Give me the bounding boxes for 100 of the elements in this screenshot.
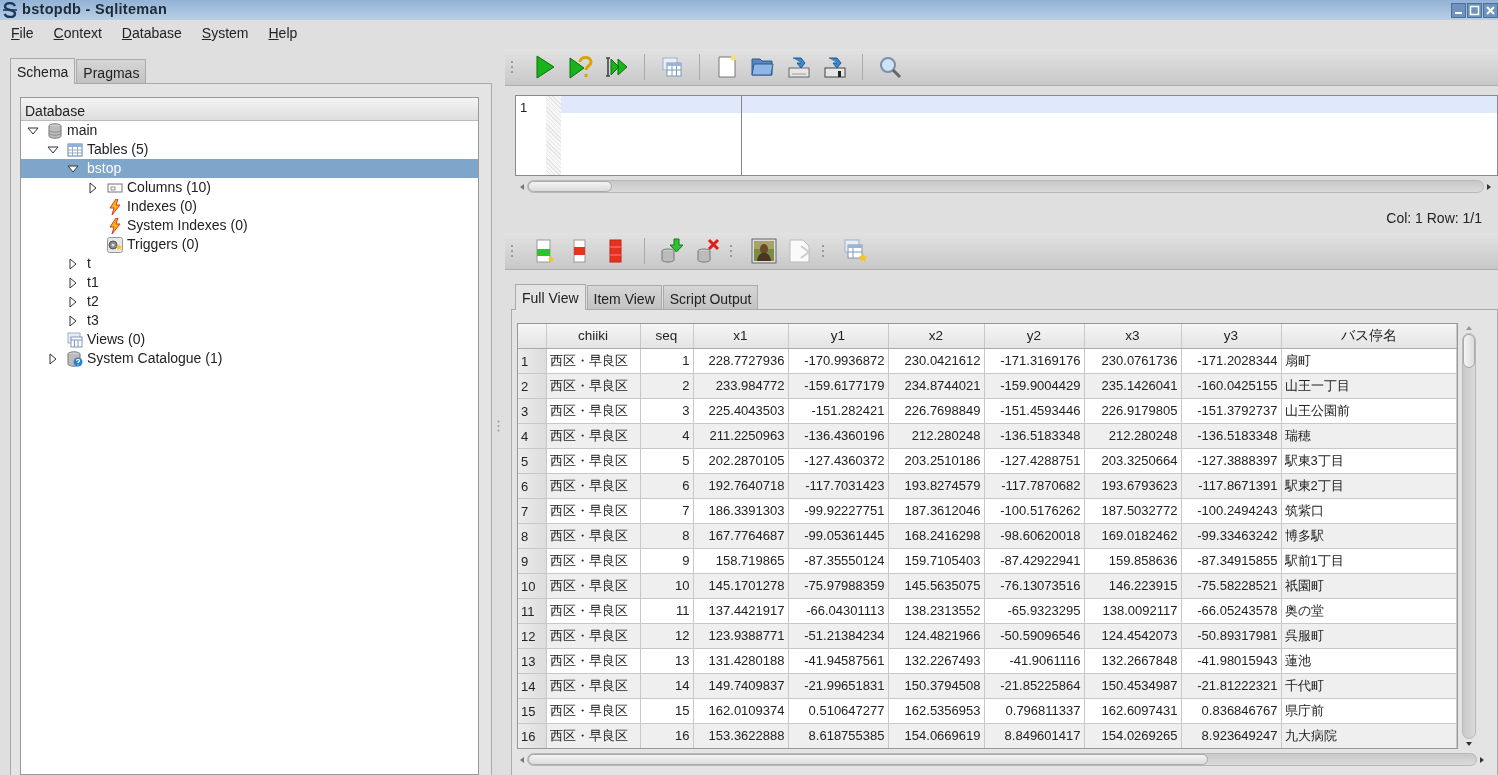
row-header[interactable]: 13 bbox=[518, 648, 546, 673]
table-cell: 132.2267493 bbox=[888, 648, 984, 673]
menu-item[interactable]: Database bbox=[114, 22, 189, 44]
row-header[interactable]: 4 bbox=[518, 423, 546, 448]
tab[interactable]: Pragmas bbox=[76, 59, 147, 83]
column-header[interactable]: x3 bbox=[1084, 324, 1181, 348]
toolbar-grip[interactable] bbox=[728, 244, 734, 258]
sql-editor[interactable]: 1 bbox=[515, 95, 1498, 176]
menu-item[interactable]: Help bbox=[261, 22, 305, 44]
toolbar-grip[interactable] bbox=[820, 244, 826, 258]
maximize-button[interactable] bbox=[1467, 2, 1482, 18]
column-header[interactable]: seq bbox=[640, 324, 693, 348]
close-button[interactable] bbox=[1483, 2, 1498, 18]
scrollbar-thumb[interactable] bbox=[528, 754, 1208, 765]
table-cell: 西区・早良区 bbox=[546, 448, 640, 473]
table-cell: -66.04301113 bbox=[788, 598, 888, 623]
tree-label: Triggers (0) bbox=[127, 235, 199, 254]
row-header[interactable]: 16 bbox=[518, 723, 546, 748]
tree-item[interactable]: t3 bbox=[21, 311, 478, 330]
expand-arrow-icon[interactable] bbox=[67, 295, 79, 308]
table-cell: 8.618755385 bbox=[788, 723, 888, 748]
column-header[interactable]: x2 bbox=[888, 324, 984, 348]
table-cell: 西区・早良区 bbox=[546, 573, 640, 598]
table-cell: -41.9061116 bbox=[984, 648, 1084, 673]
table-cell: -100.5176262 bbox=[984, 498, 1084, 523]
tree-item[interactable]: Columns (10) bbox=[21, 178, 478, 197]
row-header[interactable]: 9 bbox=[518, 548, 546, 573]
row-header[interactable]: 11 bbox=[518, 598, 546, 623]
table-cell: -75.97988359 bbox=[788, 573, 888, 598]
table-cell: -127.4288751 bbox=[984, 448, 1084, 473]
expand-arrow-icon[interactable] bbox=[87, 181, 99, 194]
table-cell: 8.923649247 bbox=[1181, 723, 1281, 748]
status-text: Col: 1 Row: 1/1 bbox=[1386, 208, 1482, 228]
tab[interactable]: Full View bbox=[515, 284, 586, 310]
table-cell: 154.0669619 bbox=[888, 723, 984, 748]
line-number: 1 bbox=[519, 99, 529, 117]
tab[interactable]: Script Output bbox=[662, 285, 759, 309]
close-icon bbox=[1484, 3, 1497, 17]
table-cell: 13 bbox=[640, 648, 693, 673]
table-cell: 西区・早良区 bbox=[546, 648, 640, 673]
row-header[interactable]: 8 bbox=[518, 523, 546, 548]
menu-item[interactable]: System bbox=[194, 22, 256, 44]
table-cell: 212.280248 bbox=[1084, 423, 1181, 448]
table-cell: 奥の堂 bbox=[1281, 598, 1456, 623]
collapse-arrow-icon[interactable] bbox=[47, 143, 59, 156]
toolbar-grip[interactable] bbox=[509, 244, 515, 258]
table-cell: 162.5356953 bbox=[888, 698, 984, 723]
table-cell: 5 bbox=[640, 448, 693, 473]
row-header[interactable]: 2 bbox=[518, 373, 546, 398]
tree-item[interactable]: Tables (5) bbox=[21, 140, 478, 159]
collapse-arrow-icon[interactable] bbox=[27, 124, 39, 137]
tree-item[interactable]: t1 bbox=[21, 273, 478, 292]
scrollbar-thumb[interactable] bbox=[528, 181, 612, 192]
row-header[interactable]: 7 bbox=[518, 498, 546, 523]
toolbar-grip[interactable] bbox=[509, 60, 515, 74]
tree-item[interactable]: Triggers (0) bbox=[21, 235, 478, 254]
column-header[interactable]: バス停名 bbox=[1281, 324, 1456, 348]
tree-item[interactable]: System Indexes (0) bbox=[21, 216, 478, 235]
tree-item[interactable]: t2 bbox=[21, 292, 478, 311]
minimize-button[interactable] bbox=[1451, 2, 1466, 18]
row-header[interactable]: 15 bbox=[518, 698, 546, 723]
table-cell: 137.4421917 bbox=[693, 598, 788, 623]
tab[interactable]: Schema bbox=[10, 58, 76, 84]
table-cell: 蓮池 bbox=[1281, 648, 1456, 673]
table-cell: 九大病院 bbox=[1281, 723, 1456, 748]
tree-item[interactable]: System Catalogue (1) bbox=[21, 349, 478, 368]
table-cell: -76.13073516 bbox=[984, 573, 1084, 598]
table-cell: 8.849601417 bbox=[984, 723, 1084, 748]
tree-item[interactable]: t bbox=[21, 254, 478, 273]
tab[interactable]: Item View bbox=[586, 285, 662, 309]
tree-item[interactable]: Views (0) bbox=[21, 330, 478, 349]
tree-item[interactable]: main bbox=[21, 121, 478, 140]
collapse-arrow-icon[interactable] bbox=[67, 162, 79, 175]
column-header[interactable]: chiiki bbox=[546, 324, 640, 348]
column-header[interactable]: y1 bbox=[788, 324, 888, 348]
table-cell: -21.99651831 bbox=[788, 673, 888, 698]
tree-label: System Indexes (0) bbox=[127, 216, 248, 235]
column-header[interactable]: y3 bbox=[1181, 324, 1281, 348]
expand-arrow-icon[interactable] bbox=[67, 314, 79, 327]
column-header[interactable]: x1 bbox=[693, 324, 788, 348]
row-header[interactable]: 5 bbox=[518, 448, 546, 473]
row-header[interactable]: 3 bbox=[518, 398, 546, 423]
tree-label: Indexes (0) bbox=[127, 197, 198, 216]
column-header[interactable]: y2 bbox=[984, 324, 1084, 348]
tree-label: t3 bbox=[87, 311, 99, 330]
expand-arrow-icon[interactable] bbox=[67, 276, 79, 289]
expand-arrow-icon[interactable] bbox=[47, 352, 59, 365]
row-header[interactable]: 12 bbox=[518, 623, 546, 648]
row-header[interactable]: 14 bbox=[518, 673, 546, 698]
scrollbar-thumb[interactable] bbox=[1463, 334, 1475, 368]
row-header[interactable]: 10 bbox=[518, 573, 546, 598]
row-header[interactable]: 6 bbox=[518, 473, 546, 498]
table-cell: 145.5635075 bbox=[888, 573, 984, 598]
row-header[interactable]: 1 bbox=[518, 348, 546, 373]
table-cell: 0.836846767 bbox=[1181, 698, 1281, 723]
tree-item[interactable]: Indexes (0) bbox=[21, 197, 478, 216]
menu-item[interactable]: File bbox=[4, 22, 41, 44]
expand-arrow-icon[interactable] bbox=[67, 257, 79, 270]
painting-icon[interactable] bbox=[748, 236, 780, 266]
menu-item[interactable]: Context bbox=[46, 22, 109, 44]
